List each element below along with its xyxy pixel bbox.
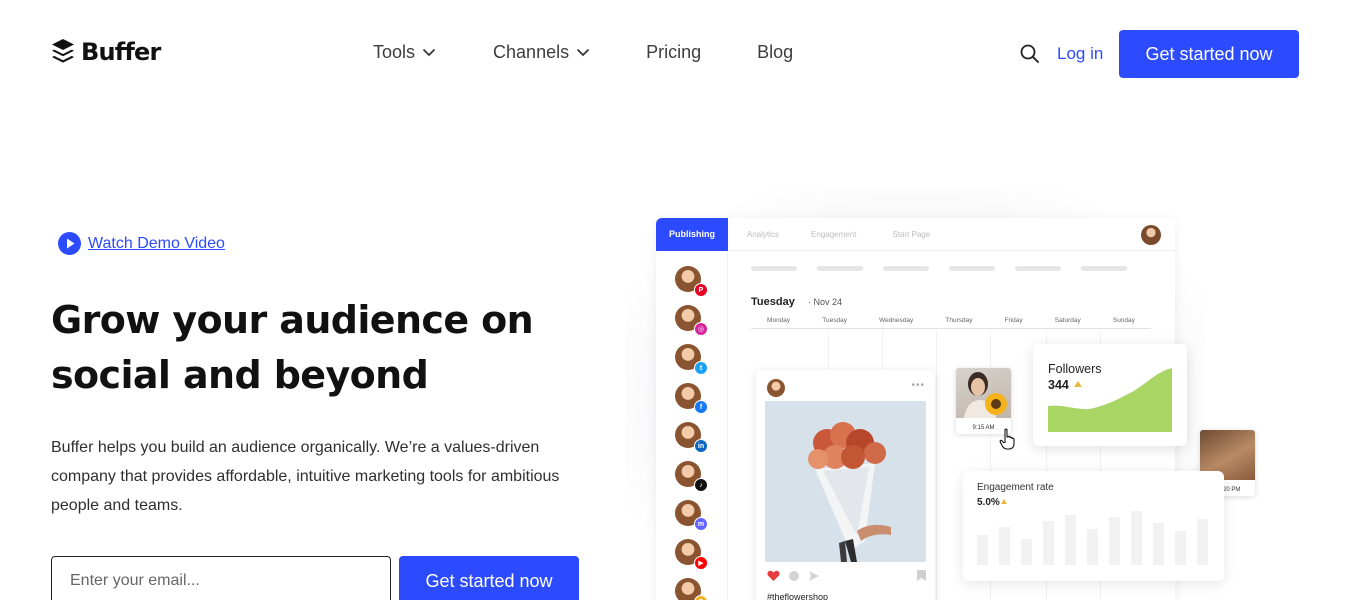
site-header: Buffer Tools Channels Pricing Blog Log i… (0, 0, 1350, 108)
filter-pill (949, 266, 995, 271)
sunflower-illustration (964, 372, 1007, 418)
buffer-logo[interactable]: Buffer (51, 38, 161, 66)
linkedin-icon: in (694, 439, 708, 453)
login-link[interactable]: Log in (1057, 44, 1103, 64)
tab-start-page: Start Page (892, 229, 931, 239)
weekday-label: Saturday (1054, 317, 1081, 324)
mastodon-icon: m (694, 517, 708, 531)
get-started-button-header[interactable]: Get started now (1119, 30, 1299, 78)
channel-avatar-mastodon[interactable]: m (675, 500, 708, 531)
share-icon (809, 571, 819, 581)
weekday-label: Thursday (945, 317, 973, 324)
watch-demo-label: Watch Demo Video (88, 234, 225, 252)
day-date: · Nov 24 (808, 297, 843, 307)
youtube-icon: ▶ (694, 556, 708, 570)
flower-bouquet-image (765, 401, 926, 562)
instagram-icon: ◎ (694, 322, 708, 336)
channel-avatar-twitter[interactable]: t (675, 344, 708, 375)
weekday-label: Sunday (1112, 317, 1135, 324)
weekday-header: Monday Tuesday Wednesday Thursday Friday… (751, 317, 1151, 329)
engagement-label: Engagement rate (977, 482, 1054, 493)
tab-publishing: Publishing (656, 218, 728, 251)
bouquet-illustration (808, 422, 891, 562)
nav-blog-label: Blog (757, 42, 794, 62)
nav-tools[interactable]: Tools (373, 42, 436, 63)
channel-sidebar: P ◎ t f in ♪ m ▶ G (656, 251, 728, 600)
weekday-label: Friday (1004, 317, 1023, 324)
play-icon (58, 232, 81, 255)
facebook-icon: f (694, 400, 708, 414)
followers-card: Followers 344 (1033, 344, 1187, 446)
channel-avatar-pinterest[interactable]: P (675, 266, 708, 297)
logo-text: Buffer (81, 38, 161, 66)
nav-channels[interactable]: Channels (493, 42, 590, 63)
channel-avatar-google-business[interactable]: G (675, 578, 708, 600)
nav-tools-label: Tools (373, 42, 416, 62)
filter-pills (751, 266, 1127, 271)
trend-up-icon (1074, 381, 1082, 387)
tab-engagement: Engagement (811, 229, 857, 239)
followers-value: 344 (1048, 378, 1069, 392)
more-options-icon: ••• (911, 380, 925, 391)
engagement-bar-chart (977, 511, 1208, 565)
woman-sunflower-photo (956, 368, 1011, 418)
email-input[interactable] (51, 556, 391, 600)
tab-analytics: Analytics (747, 229, 780, 239)
weekday-label: Wednesday (879, 317, 914, 324)
channel-avatar-facebook[interactable]: f (675, 383, 708, 414)
nav-blog[interactable]: Blog (757, 42, 793, 63)
engagement-value: 5.0% (977, 497, 1000, 508)
channel-avatar-instagram[interactable]: ◎ (675, 305, 708, 336)
search-icon[interactable] (1019, 43, 1041, 65)
main-nav: Tools Channels Pricing Blog (373, 42, 793, 63)
chevron-down-icon (576, 48, 590, 57)
hand-cursor-icon (999, 428, 1015, 450)
filter-pill (817, 266, 863, 271)
watch-demo-link[interactable]: Watch Demo Video (58, 232, 225, 255)
twitter-icon: t (694, 361, 708, 375)
filter-pill (751, 266, 797, 271)
weekday-label: Tuesday (822, 317, 847, 324)
chevron-down-icon (422, 48, 436, 57)
filter-pill (1081, 266, 1127, 271)
day-title: Tuesday (751, 296, 795, 308)
instagram-post-preview: ••• #theflowershop (756, 370, 935, 600)
channel-avatar-youtube[interactable]: ▶ (675, 539, 708, 570)
weekday-label: Monday (767, 317, 791, 324)
tiktok-icon: ♪ (694, 478, 708, 492)
post-hashtag: #theflowershop (767, 592, 829, 600)
get-started-button-hero[interactable]: Get started now (399, 556, 579, 600)
post-actions (767, 570, 820, 582)
nav-pricing[interactable]: Pricing (646, 42, 701, 63)
filter-pill (1015, 266, 1061, 271)
pinterest-icon: P (694, 283, 708, 297)
bookmark-icon (917, 570, 926, 581)
filter-pill (883, 266, 929, 271)
post-avatar (767, 379, 785, 397)
hero-description: Buffer helps you build an audience organ… (51, 439, 560, 514)
channel-avatar-tiktok[interactable]: ♪ (675, 461, 708, 492)
google-business-icon: G (694, 595, 708, 600)
day-date-value: Nov 24 (813, 297, 843, 307)
scheduled-post-thumbnail: 9:15 AM (956, 368, 1011, 434)
nav-pricing-label: Pricing (646, 42, 702, 62)
buffer-logo-icon (52, 39, 74, 63)
followers-label: Followers (1048, 362, 1102, 376)
comment-icon (789, 571, 799, 581)
trend-up-icon (1001, 499, 1007, 504)
dashboard-tabs: Publishing Analytics Engagement Start Pa… (656, 218, 1175, 251)
channel-avatar-linkedin[interactable]: in (675, 422, 708, 453)
engagement-rate-card: Engagement rate 5.0% (963, 471, 1224, 581)
nav-channels-label: Channels (493, 42, 570, 62)
hero-headline: Grow your audience on social and beyond (51, 298, 534, 397)
heart-icon (767, 570, 780, 581)
dashboard-user-avatar (1141, 225, 1161, 245)
calendar-gridline (936, 330, 937, 600)
